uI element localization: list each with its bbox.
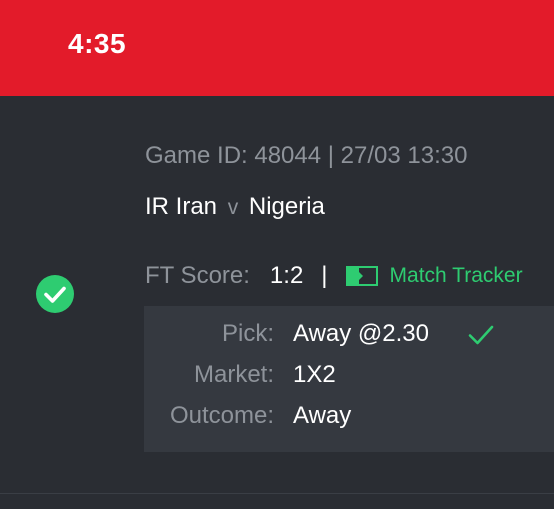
game-id-line: Game ID: 48044 | 27/03 13:30: [145, 142, 468, 169]
market-label: Market:: [193, 361, 274, 388]
tracker-field-icon[interactable]: [345, 266, 378, 286]
ft-score-value: 1:2: [269, 262, 304, 289]
bet-ticket-card[interactable]: Game ID: 48044 | 27/03 13:30 IR Iran v N…: [0, 96, 554, 509]
versus-label: v: [227, 196, 239, 219]
check-circle-icon: [36, 275, 74, 313]
match-tracker-link[interactable]: Match Tracker: [390, 264, 523, 288]
card-divider: [0, 493, 554, 494]
away-team: Nigeria: [248, 193, 325, 220]
outcome-value: Away: [293, 402, 352, 429]
market-row: Market: 1X2: [144, 359, 554, 393]
score-row: FT Score: 1:2 | Match Tracker: [145, 261, 523, 291]
home-team: IR Iran: [145, 193, 218, 220]
match-title: IR Iran v Nigeria: [145, 193, 325, 221]
pick-value: Away @2.30: [293, 320, 429, 347]
status-bar-time: 4:35: [68, 28, 127, 59]
pick-details-box: Pick: Away @2.30 Market: 1X2 Outcome: Aw…: [144, 306, 554, 452]
outcome-row: Outcome: Away: [144, 400, 554, 434]
market-value: 1X2: [293, 361, 336, 388]
score-separator: |: [321, 262, 328, 289]
outcome-label: Outcome:: [169, 402, 274, 429]
screen: 4:35 Game ID: 48044 | 27/03 13:30 IR Ira…: [0, 0, 554, 509]
status-bar: 4:35: [0, 0, 554, 96]
pick-label: Pick:: [221, 320, 274, 347]
check-icon: [468, 325, 494, 345]
pick-row: Pick: Away @2.30: [144, 318, 554, 352]
ft-score-label: FT Score:: [145, 262, 250, 289]
